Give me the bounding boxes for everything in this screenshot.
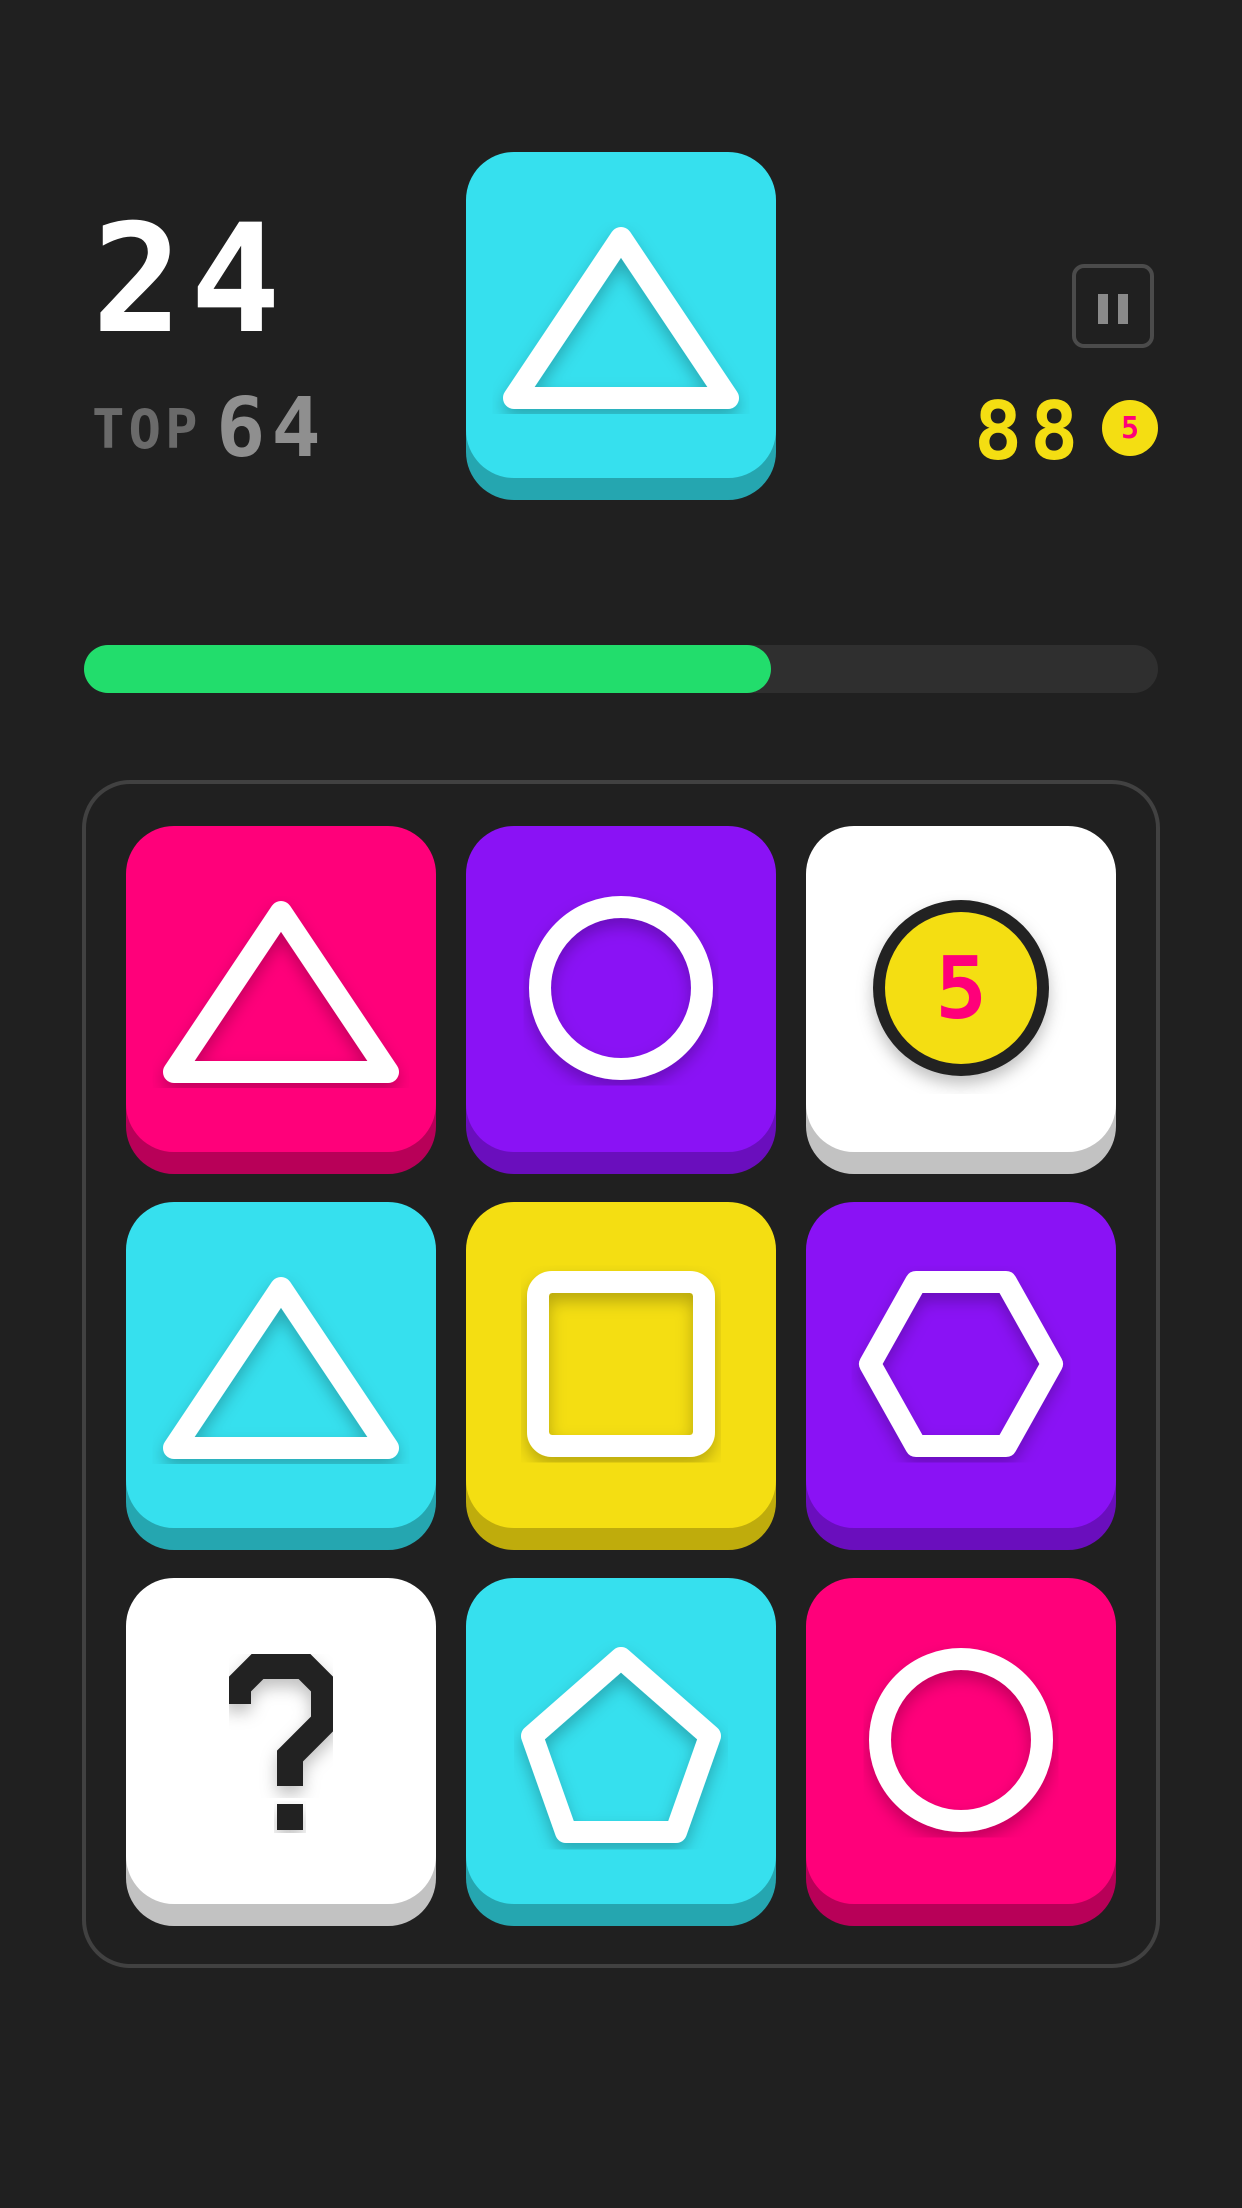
board-tile[interactable] bbox=[126, 1578, 436, 1904]
square-icon bbox=[527, 1271, 715, 1457]
top-score-value: 64 bbox=[216, 381, 327, 476]
board-tile[interactable] bbox=[806, 1202, 1116, 1528]
triangle-icon bbox=[503, 227, 739, 409]
progress-fill bbox=[84, 645, 771, 693]
board-tile[interactable] bbox=[126, 826, 436, 1152]
board-tile[interactable] bbox=[806, 1578, 1116, 1904]
question-icon bbox=[225, 1653, 337, 1830]
pause-button[interactable] bbox=[1072, 264, 1154, 348]
circle-icon bbox=[869, 1648, 1053, 1832]
top-score-label: TOP bbox=[92, 398, 202, 461]
score: 24 bbox=[92, 193, 289, 367]
circle-icon bbox=[529, 896, 713, 1080]
triangle-icon bbox=[163, 901, 399, 1083]
pentagon-icon bbox=[521, 1647, 721, 1843]
pause-icon bbox=[1098, 294, 1108, 324]
target-tile bbox=[466, 152, 776, 478]
coin-icon-value: 5 bbox=[1121, 411, 1139, 446]
coin-value: 5 bbox=[935, 939, 987, 1039]
pause-icon-bar bbox=[1118, 294, 1128, 324]
board-tile[interactable] bbox=[126, 1202, 436, 1528]
coin-icon: 5 bbox=[873, 900, 1049, 1076]
coins-count: 88 bbox=[974, 385, 1087, 478]
board-tile[interactable] bbox=[466, 826, 776, 1152]
board-tile[interactable] bbox=[466, 1202, 776, 1528]
board-tile[interactable]: 5 bbox=[806, 826, 1116, 1152]
board-tile[interactable] bbox=[466, 1578, 776, 1904]
hexagon-icon bbox=[859, 1271, 1063, 1457]
coin-icon: 5 bbox=[1102, 400, 1158, 456]
triangle-icon bbox=[163, 1277, 399, 1459]
